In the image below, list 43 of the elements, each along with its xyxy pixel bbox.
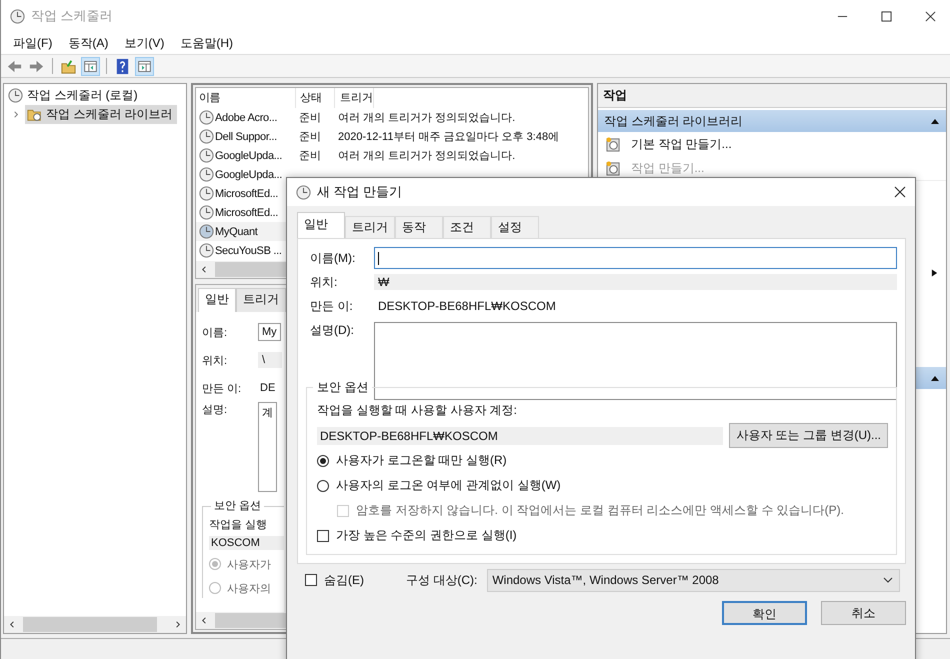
account-label: 작업을 실행할 때 사용할 사용자 계정: (317, 402, 518, 419)
task-name: GoogleUpda... (215, 168, 282, 180)
field-label: 이름(M): (309, 250, 356, 266)
task-name: MicrosoftEd... (215, 206, 278, 218)
location-value: \ (258, 352, 282, 368)
task-name: GoogleUpda... (215, 150, 282, 162)
checkbox-label: 암호를 저장하지 않습니다. 이 작업에서는 로컬 컴퓨터 리소스에만 액세스할 수 있습니다(P). (356, 502, 844, 519)
radio-label: 사용자의 로그온 여부에 관계없이 실행(W) (336, 477, 561, 494)
task-name: Adobe Acro... (215, 112, 278, 124)
field-label: 이름: (202, 326, 228, 340)
radio-label: 사용자가 로그온할 때만 실행(R) (336, 452, 507, 469)
task-trigger: 2020-12-11부터 매주 금요일마다 오후 3:48에 (337, 130, 560, 144)
dialog-title: 새 작업 만들기 (317, 183, 402, 201)
task-status: 준비 (298, 130, 322, 144)
task-trigger: 여러 개의 트리거가 정의되었습니다. (337, 149, 516, 163)
checkbox-label: 가장 높은 수준의 권한으로 실행(I) (336, 527, 517, 544)
radio-label: 사용자가 (227, 558, 271, 572)
author-value: DE (259, 382, 276, 394)
task-name: MyQuant (215, 226, 258, 238)
field-label: 설명: (202, 403, 228, 417)
field-label: 만든 이: (202, 382, 242, 396)
field-label: 만든 이: (309, 298, 354, 314)
account-value: KOSCOM (209, 536, 284, 550)
field-label: 설명(D): (309, 322, 355, 339)
group-legend: 보안 옵션 (211, 498, 264, 513)
radio-label: 사용자의 (227, 582, 271, 596)
account-label: 작업을 실행 (209, 518, 268, 532)
group-legend: 보안 옵션 (313, 379, 372, 396)
pane-header: 작업 (598, 84, 946, 108)
checkbox-label: 숨김(E) (324, 572, 364, 588)
task-name: Dell Suppor... (215, 130, 277, 142)
task-name: MicrosoftEd... (215, 188, 278, 200)
author-value: DESKTOP-BE68HFL₩KOSCOM (377, 299, 557, 313)
task-status: 준비 (298, 149, 322, 163)
account-value: DESKTOP-BE68HFL₩KOSCOM (317, 426, 724, 444)
field-label: 구성 대상(C): (406, 572, 478, 588)
location-value: ₩ (374, 274, 897, 290)
field-label: 위치: (309, 274, 338, 290)
field-label: 위치: (202, 354, 228, 368)
task-trigger: 여러 개의 트리거가 정의되었습니다. (337, 111, 516, 125)
window-title: 작업 스케줄러 (31, 7, 113, 25)
task-name: SecuYouSB ... (215, 244, 282, 256)
task-status: 준비 (298, 111, 322, 125)
